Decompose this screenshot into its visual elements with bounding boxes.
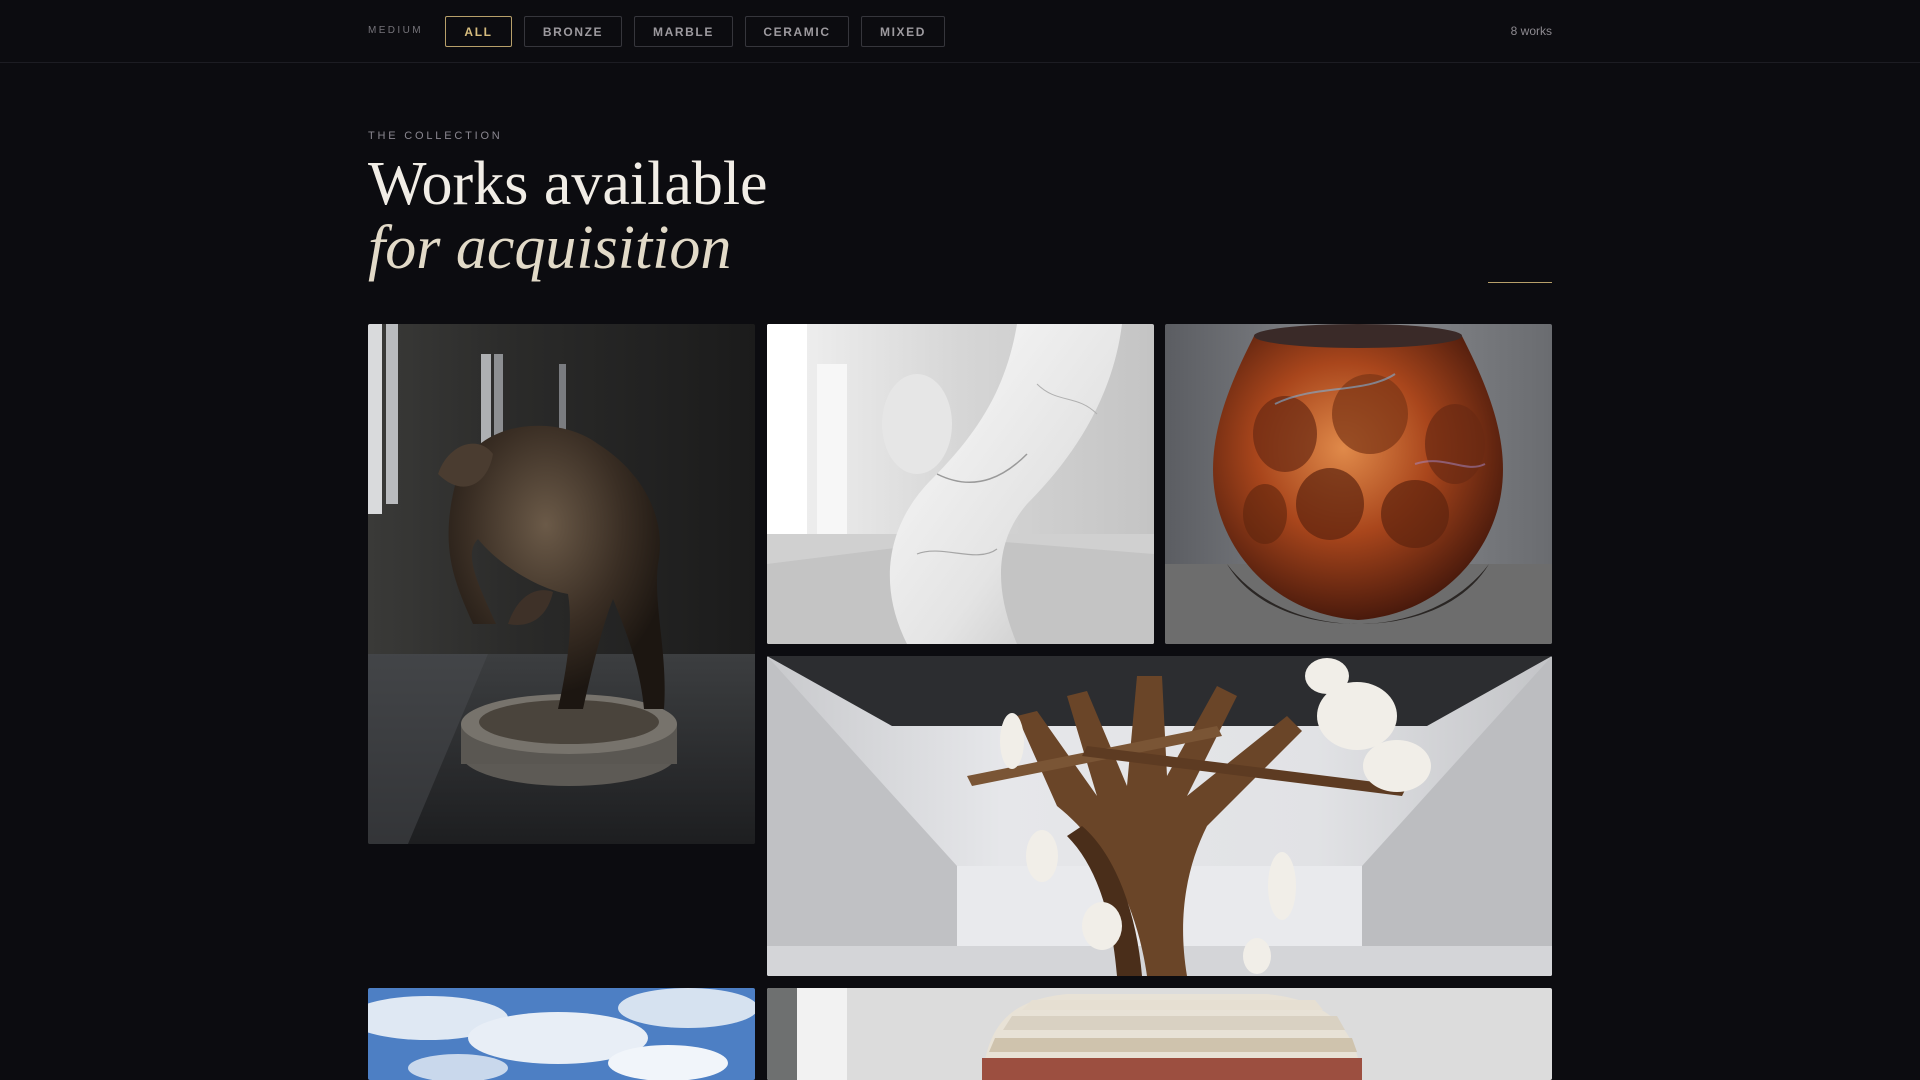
layered-clay-image — [767, 988, 1552, 1080]
filter-chip-marble[interactable]: MARBLE — [634, 16, 733, 47]
artwork-tile-mixed-installation[interactable] — [767, 656, 1552, 976]
artwork-tile-marble-spiral[interactable] — [767, 324, 1154, 644]
sky-image — [368, 988, 755, 1080]
accent-rule — [1488, 282, 1552, 283]
bronze-figure-image — [368, 324, 755, 844]
mixed-installation-image — [767, 656, 1552, 976]
section-eyebrow: THE COLLECTION — [368, 130, 503, 142]
filter-bar: MEDIUM ALL BRONZE MARBLE CERAMIC MIXED 8… — [0, 0, 1920, 63]
work-count: 8 works — [1510, 24, 1552, 38]
filter-chip-mixed[interactable]: MIXED — [861, 16, 945, 47]
artwork-tile-bronze-figure[interactable] — [368, 324, 755, 844]
page-title: Works available for acquisition — [368, 152, 768, 280]
page-title-line1: Works available — [368, 150, 768, 218]
marble-spiral-image — [767, 324, 1154, 644]
ceramic-vessel-image — [1165, 324, 1552, 644]
filter-chip-ceramic[interactable]: CERAMIC — [745, 16, 849, 47]
artwork-tile-ceramic-vessel[interactable] — [1165, 324, 1552, 644]
filter-chip-bronze[interactable]: BRONZE — [524, 16, 622, 47]
artwork-tile-sky[interactable] — [368, 988, 755, 1080]
artwork-tile-layered-clay[interactable] — [767, 988, 1552, 1080]
filter-label: MEDIUM — [368, 25, 423, 36]
page-title-line2: for acquisition — [368, 214, 732, 282]
filter-chip-all[interactable]: ALL — [445, 16, 512, 47]
